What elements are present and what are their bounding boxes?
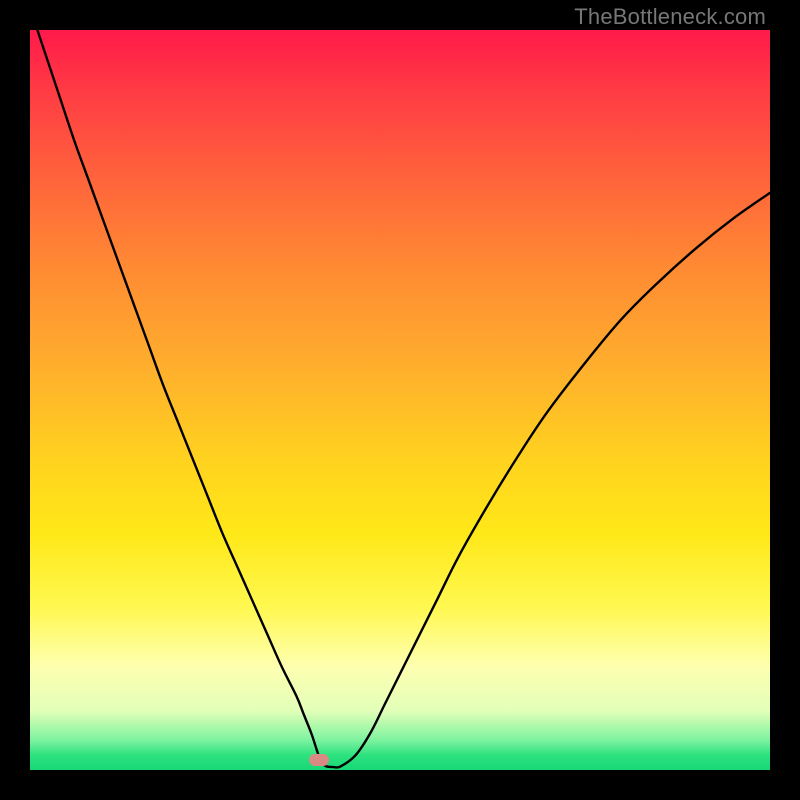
bottleneck-curve [30, 30, 770, 770]
plot-area [30, 30, 770, 770]
chart-frame: TheBottleneck.com [0, 0, 800, 800]
watermark-text: TheBottleneck.com [574, 4, 766, 30]
minimum-marker [309, 754, 329, 766]
